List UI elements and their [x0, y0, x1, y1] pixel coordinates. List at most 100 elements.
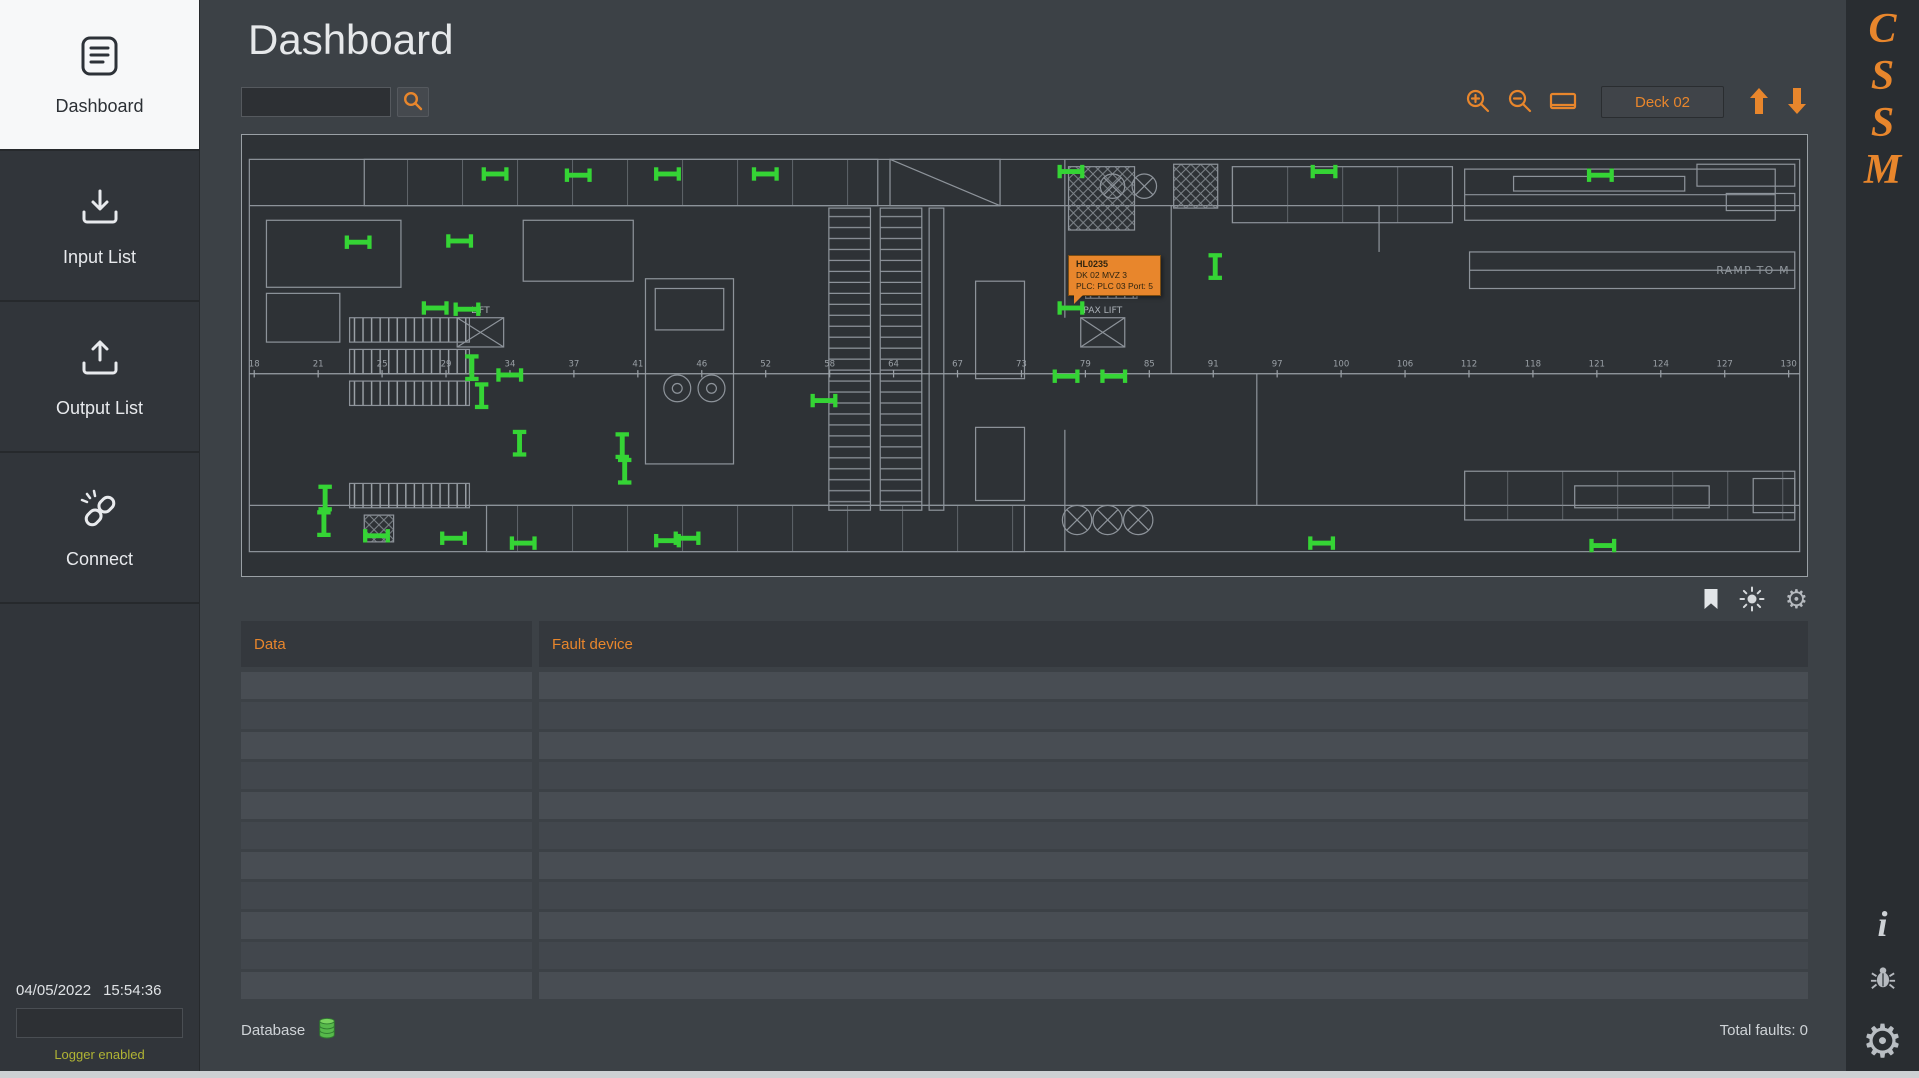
fault-device-cell	[539, 852, 1808, 879]
sidebar-item-dashboard[interactable]: Dashboard	[0, 0, 199, 151]
app-window: Dashboard Input List Output List	[0, 0, 1919, 1078]
search-input[interactable]	[241, 87, 391, 117]
deck-up-button[interactable]	[1748, 87, 1770, 118]
fit-view-button[interactable]	[1549, 89, 1577, 116]
fault-device-cell	[539, 882, 1808, 909]
data-cell	[241, 702, 532, 729]
table-row[interactable]	[241, 972, 1808, 999]
device-marker[interactable]	[1587, 169, 1614, 182]
data-cell	[241, 672, 532, 699]
sidebar-item-label: Dashboard	[55, 96, 143, 117]
sidebar-item-input-list[interactable]: Input List	[0, 151, 199, 302]
settings-button[interactable]: ⚙	[1862, 1018, 1903, 1064]
device-marker[interactable]	[811, 394, 838, 407]
device-marker[interactable]	[1308, 536, 1335, 549]
data-cell	[241, 732, 532, 759]
logger-input[interactable]	[16, 1008, 183, 1038]
search-button[interactable]	[397, 87, 429, 117]
data-cell	[241, 912, 532, 939]
device-marker[interactable]	[345, 236, 372, 249]
map-actions: ⚙	[241, 585, 1808, 615]
arrow-up-icon	[1748, 87, 1770, 118]
device-marker[interactable]	[1100, 370, 1127, 383]
device-marker[interactable]	[475, 382, 488, 409]
sidebar-item-connect[interactable]: Connect	[0, 453, 199, 604]
ramp-label: RAMP TO M	[1716, 264, 1790, 277]
svg-text:21: 21	[313, 359, 324, 369]
sidebar-item-output-list[interactable]: Output List	[0, 302, 199, 453]
bookmark-icon	[1703, 588, 1719, 613]
bookmark-button[interactable]	[1703, 588, 1719, 613]
table-row[interactable]	[241, 852, 1808, 879]
zoom-in-button[interactable]	[1465, 88, 1491, 117]
svg-text:79: 79	[1080, 359, 1091, 369]
device-marker[interactable]	[616, 432, 629, 459]
device-marker[interactable]	[513, 430, 526, 457]
sidebar-bottom: 04/05/2022 15:54:36 Logger enabled	[0, 982, 199, 1062]
device-marker[interactable]	[317, 510, 330, 537]
right-sidebar: C S S M i	[1846, 0, 1919, 1078]
sidebar-item-label: Input List	[63, 247, 136, 268]
device-marker[interactable]	[1589, 539, 1616, 552]
device-marker[interactable]	[446, 234, 473, 247]
deck-selector[interactable]: Deck 02	[1601, 86, 1724, 118]
tooltip-device-id: HL0235	[1076, 259, 1153, 270]
device-marker[interactable]	[618, 458, 631, 485]
brightness-button[interactable]	[1739, 586, 1765, 615]
info-button[interactable]: i	[1877, 907, 1887, 941]
data-cell	[241, 882, 532, 909]
table-row[interactable]	[241, 702, 1808, 729]
svg-text:91: 91	[1208, 359, 1219, 369]
fault-device-cell	[539, 822, 1808, 849]
svg-text:18: 18	[249, 359, 260, 369]
fault-device-cell	[539, 792, 1808, 819]
table-row[interactable]	[241, 762, 1808, 789]
table-row[interactable]	[241, 732, 1808, 759]
tooltip-plc: PLC: PLC 03 Port: 5	[1076, 281, 1153, 292]
device-marker[interactable]	[1209, 253, 1222, 280]
logger-status: Logger enabled	[16, 1047, 183, 1062]
device-marker[interactable]	[422, 301, 449, 314]
data-cell	[241, 852, 532, 879]
search-icon	[402, 90, 424, 115]
bottom-edge-strip	[0, 1071, 1919, 1078]
deck-plan-svg: 18 21 25 29 34 37 41 46 52 58 64 67 73 7…	[242, 135, 1807, 576]
debug-button[interactable]	[1870, 965, 1896, 994]
table-row[interactable]	[241, 672, 1808, 699]
fault-device-cell	[539, 672, 1808, 699]
device-marker[interactable]	[318, 485, 331, 512]
table-row[interactable]	[241, 882, 1808, 909]
screen-icon	[1549, 89, 1577, 116]
svg-text:52: 52	[760, 359, 771, 369]
deck-plan-map[interactable]: 18 21 25 29 34 37 41 46 52 58 64 67 73 7…	[241, 134, 1808, 577]
total-faults: Total faults: 0	[1720, 1022, 1808, 1039]
zoom-out-button[interactable]	[1507, 88, 1533, 117]
gear-icon: ⚙	[1785, 587, 1808, 613]
fault-device-cell	[539, 762, 1808, 789]
table-row[interactable]	[241, 822, 1808, 849]
svg-text:58: 58	[824, 359, 835, 369]
pax-lift-label: PAX LIFT	[1083, 306, 1122, 316]
svg-text:25: 25	[377, 359, 388, 369]
brand-letter: M	[1864, 147, 1901, 194]
gear-icon: ⚙	[1862, 1018, 1903, 1064]
device-marker[interactable]	[1053, 370, 1080, 383]
deck-label: Deck 02	[1635, 94, 1690, 111]
deck-down-button[interactable]	[1786, 87, 1808, 118]
main-content: Dashboard	[200, 0, 1846, 1078]
device-marker[interactable]	[454, 303, 481, 316]
database-icon	[317, 1017, 337, 1043]
arrow-down-icon	[1786, 87, 1808, 118]
table-row[interactable]	[241, 912, 1808, 939]
map-settings-button[interactable]: ⚙	[1785, 587, 1808, 613]
device-marker[interactable]	[440, 532, 467, 545]
page-title: Dashboard	[248, 16, 1808, 64]
svg-text:29: 29	[441, 359, 452, 369]
svg-text:64: 64	[888, 359, 899, 369]
table-body	[241, 672, 1808, 999]
fault-device-cell	[539, 732, 1808, 759]
data-cell	[241, 822, 532, 849]
svg-text:127: 127	[1717, 359, 1733, 369]
table-row[interactable]	[241, 792, 1808, 819]
table-row[interactable]	[241, 942, 1808, 969]
